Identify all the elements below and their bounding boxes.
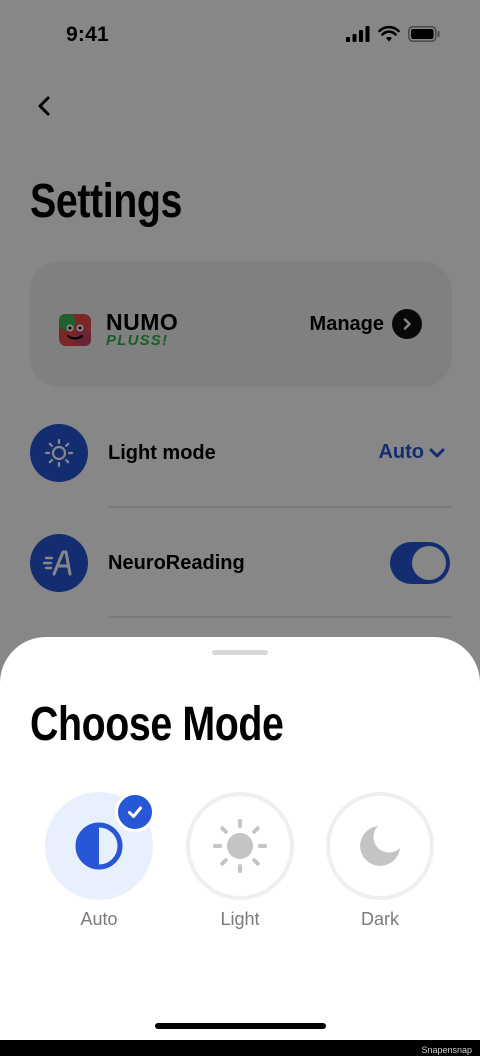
sheet-title: Choose Mode xyxy=(30,698,284,751)
sun-icon xyxy=(213,819,267,873)
mode-light-circle xyxy=(186,792,294,900)
mode-auto-circle xyxy=(45,792,155,900)
mode-option-dark[interactable]: Dark xyxy=(326,792,434,930)
choose-mode-sheet: Choose Mode Auto Light Dark xyxy=(0,637,480,1040)
mode-dark-label: Dark xyxy=(360,909,399,929)
sheet-grabber[interactable] xyxy=(212,650,268,655)
mode-dark-circle xyxy=(326,792,434,900)
selected-check-icon xyxy=(115,792,155,832)
app-screen: 9:41 Settings NUMO PLUSS! Manage Light m… xyxy=(0,0,480,1040)
mode-option-auto[interactable]: Auto xyxy=(45,792,155,930)
home-indicator[interactable] xyxy=(155,1023,326,1029)
moon-icon xyxy=(360,826,400,866)
mode-option-light[interactable]: Light xyxy=(186,792,294,930)
mode-light-label: Light xyxy=(220,909,260,929)
mode-auto-label: Auto xyxy=(80,909,118,929)
half-circle-icon xyxy=(75,822,123,870)
watermark: Snapensnap xyxy=(421,1045,472,1055)
